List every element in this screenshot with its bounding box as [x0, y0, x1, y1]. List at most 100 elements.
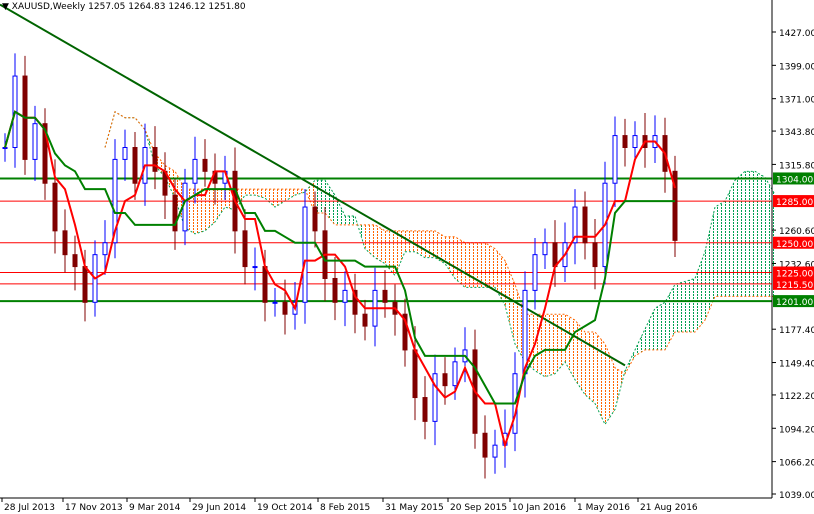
candle-body	[422, 397, 428, 422]
y-tick-label: 1371.00	[779, 96, 814, 106]
x-tick-label: 21 Aug 2016	[640, 503, 698, 513]
x-tick-label: 29 Jun 2014	[192, 503, 246, 513]
cloud-segment	[205, 189, 215, 231]
candle-body	[202, 158, 208, 172]
cloud-segment	[275, 189, 285, 208]
candle-body	[522, 289, 528, 375]
candle-body	[442, 373, 448, 387]
y-tick-label: 1122.20	[779, 392, 814, 402]
cloud-segment	[345, 215, 355, 225]
ohlc-readout: 1257.05 1264.83 1246.12 1251.80	[88, 2, 246, 12]
candle-body	[32, 123, 38, 160]
cloud-segment	[375, 224, 385, 264]
chart-header: ▼ XAUUSD,Weekly 1257.05 1264.83 1246.12 …	[2, 2, 246, 12]
cloud-segment	[705, 207, 715, 321]
chart-window[interactable]: 1427.00 1399.00 1371.00 1343.80 1315.80 1260.…	[0, 0, 814, 514]
candle-body	[632, 135, 638, 149]
level-price-label: 1215.50	[776, 281, 813, 291]
candle-body	[122, 147, 128, 160]
cloud-segment	[265, 189, 275, 208]
candle-body	[262, 266, 268, 303]
candle-body	[612, 135, 618, 184]
tenkan-line	[4, 110, 676, 449]
cloud-segment	[465, 242, 475, 288]
candle-body	[192, 158, 198, 184]
cloud-segment	[455, 236, 465, 288]
y-tick-label: 1399.00	[779, 62, 814, 72]
y-tick-label: 1427.00	[779, 29, 814, 39]
candle-body	[312, 206, 318, 232]
candle-body	[362, 313, 368, 327]
candle-body	[82, 266, 88, 303]
cloud-segment	[695, 251, 705, 333]
y-tick-label: 1260.60	[779, 227, 814, 237]
x-tick-label: 8 Feb 2015	[320, 503, 370, 513]
x-tick-label: 20 Sep 2015	[450, 503, 507, 513]
candle-body	[282, 301, 288, 315]
cloud-segment	[255, 189, 265, 199]
level-price-label: 1304.00	[776, 175, 813, 185]
candle-body	[532, 254, 538, 291]
cloud-segment	[655, 302, 665, 350]
cloud-segment	[665, 284, 675, 350]
cloud-segment	[615, 367, 625, 410]
candle-body	[72, 254, 78, 268]
cloud-segment	[115, 111, 125, 118]
cloud-segment	[285, 189, 295, 202]
cloud-segment	[735, 171, 745, 297]
x-tick-label: 28 Jul 2013	[4, 503, 55, 513]
trendline	[0, 3, 626, 367]
candle-body	[332, 277, 338, 303]
level-price-label: 1250.00	[776, 240, 813, 250]
candle-body	[242, 230, 248, 268]
candle-body	[452, 361, 458, 387]
y-tick-label: 1094.20	[779, 425, 814, 435]
y-tick-label: 1315.80	[779, 161, 814, 171]
cloud-segment	[595, 332, 605, 425]
level-price-label: 1285.00	[776, 198, 813, 208]
y-tick-label: 1039.00	[779, 491, 814, 501]
x-tick-label: 10 Jan 2016	[512, 503, 566, 513]
candle-body	[252, 266, 258, 269]
cloud-segment	[555, 314, 565, 374]
candle-body	[382, 289, 388, 303]
candle-body	[152, 147, 158, 172]
y-tick-label: 1149.40	[779, 360, 814, 370]
cloud-segment	[685, 278, 695, 333]
candle-body	[62, 230, 68, 256]
candle-body	[52, 182, 58, 232]
cloud-segment	[755, 171, 765, 297]
candle-body	[592, 242, 598, 268]
cloud-segment	[215, 189, 225, 222]
x-tick-label: 17 Nov 2013	[65, 503, 123, 513]
candle-body	[412, 349, 418, 399]
candle-body	[342, 289, 348, 303]
y-tick-label: 1066.20	[779, 459, 814, 469]
x-tick-label: 19 Oct 2014	[257, 503, 313, 513]
candle-body	[102, 242, 108, 256]
cloud-segment	[645, 308, 655, 350]
candle-body	[482, 432, 488, 458]
cloud-segment	[495, 248, 505, 306]
level-price-label: 1201.00	[776, 298, 813, 308]
symbol-label: XAUUSD,Weekly	[11, 2, 86, 12]
candle-body	[132, 147, 138, 184]
candle-body	[622, 135, 628, 149]
cloud-segment	[245, 189, 255, 196]
candle-body	[2, 147, 8, 149]
x-tick-label: 31 May 2015	[385, 503, 444, 513]
y-tick-label: 1343.80	[779, 128, 814, 138]
collapse-triangle-icon[interactable]: ▼	[2, 2, 9, 12]
candle-body	[552, 242, 558, 268]
candle-body	[492, 444, 498, 458]
candle-body	[272, 301, 278, 304]
candle-body	[302, 206, 308, 303]
x-tick-label: 9 Mar 2014	[129, 503, 181, 513]
candle-body	[432, 373, 438, 422]
candle-body	[542, 242, 548, 256]
cloud-segment	[675, 281, 685, 333]
candle-body	[182, 182, 188, 232]
x-tick-label: 1 May 2016	[577, 503, 630, 513]
price-chart[interactable]: 1427.00 1399.00 1371.00 1343.80 1315.80 1260.…	[0, 0, 814, 514]
cloud-segment	[635, 329, 645, 356]
